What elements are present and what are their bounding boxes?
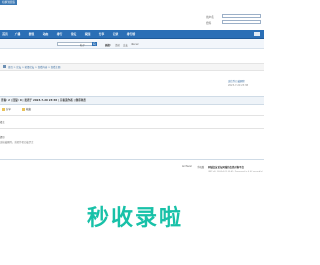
thread-info: 查看: 2 | 回复: 0 | 发表于 2023-7-20 23:38 | 只看… (1, 99, 86, 102)
notice-title[interactable]: 该信件已被删除 (228, 79, 245, 83)
footer-copyright: GMT+8, 2024-4-22 05:41, Processed in 0.0… (208, 171, 263, 173)
footer-link-archiver[interactable]: Archiver (182, 165, 192, 168)
hotword-link[interactable]: 活动 (115, 43, 120, 47)
thread-info-bar: 查看: 2 | 回复: 0 | 发表于 2023-7-20 23:38 | 只看… (0, 96, 264, 105)
hotword-link[interactable]: discuz (131, 43, 139, 46)
nav-item-broadcast[interactable]: 广播 (11, 30, 24, 38)
star-icon (22, 108, 25, 111)
nav-item-feed[interactable]: 动态 (39, 30, 52, 38)
notice-text: 该帖被删除，或者作者已被禁言 (0, 141, 34, 144)
nav-item-space[interactable]: 家园 (81, 30, 94, 38)
breadcrumb: 首页 > 论坛 > 轮滑论坛 > 查看内容 > 查看主题 (0, 63, 264, 71)
wide-mode-button[interactable]: 切换到宽版 (0, 0, 17, 5)
quick-nav-toggle[interactable] (254, 32, 260, 36)
home-icon[interactable] (3, 65, 6, 69)
search-input[interactable] (57, 42, 97, 46)
favorite-action[interactable]: 收藏 (22, 107, 31, 111)
password-input[interactable] (222, 20, 261, 24)
nav-item-rank[interactable]: 排行 (53, 30, 66, 38)
notice-date: 2023-7-20 23:38 (228, 84, 249, 87)
search-button[interactable] (92, 42, 97, 46)
watermark-text: 秒收录啦 (86, 206, 183, 231)
password-label: 密码 (206, 22, 212, 25)
notice-heading: 提示 (0, 136, 5, 139)
breadcrumb-trail[interactable]: 首页 > 论坛 > 轮滑论坛 > 查看内容 > 查看主题 (8, 65, 60, 69)
footer-link-mobile[interactable]: 手机版 (197, 165, 204, 169)
hotwords-label: 热搜: (105, 44, 111, 47)
footer-site-title[interactable]: 同城交友论坛同城约会找对象平台 (208, 165, 244, 169)
hotword-link[interactable]: 交友 (123, 43, 128, 47)
share-icon (2, 108, 5, 111)
search-icon (93, 42, 96, 46)
share-action[interactable]: 分享 (2, 107, 11, 111)
nav-item-record[interactable]: 记录 (109, 30, 122, 38)
username-label: 用户名 (206, 16, 214, 19)
post-floor-label: 楼主 (0, 121, 5, 124)
nav-item-home[interactable]: 首页 (0, 30, 10, 38)
nav-item-leaderboard[interactable]: 排行榜 (123, 30, 139, 38)
search-type-select[interactable]: 帖子 (80, 43, 85, 47)
site-logo[interactable] (2, 11, 62, 29)
nav-item-group[interactable]: 群组 (25, 30, 38, 38)
username-input[interactable] (222, 14, 261, 18)
nav-item-share[interactable]: 分享 (95, 30, 108, 38)
main-nav: 首页 广播 群组 动态 排行 论坛 家园 分享 记录 排行榜 (0, 30, 264, 39)
nav-item-forum[interactable]: 论坛 (67, 30, 80, 38)
